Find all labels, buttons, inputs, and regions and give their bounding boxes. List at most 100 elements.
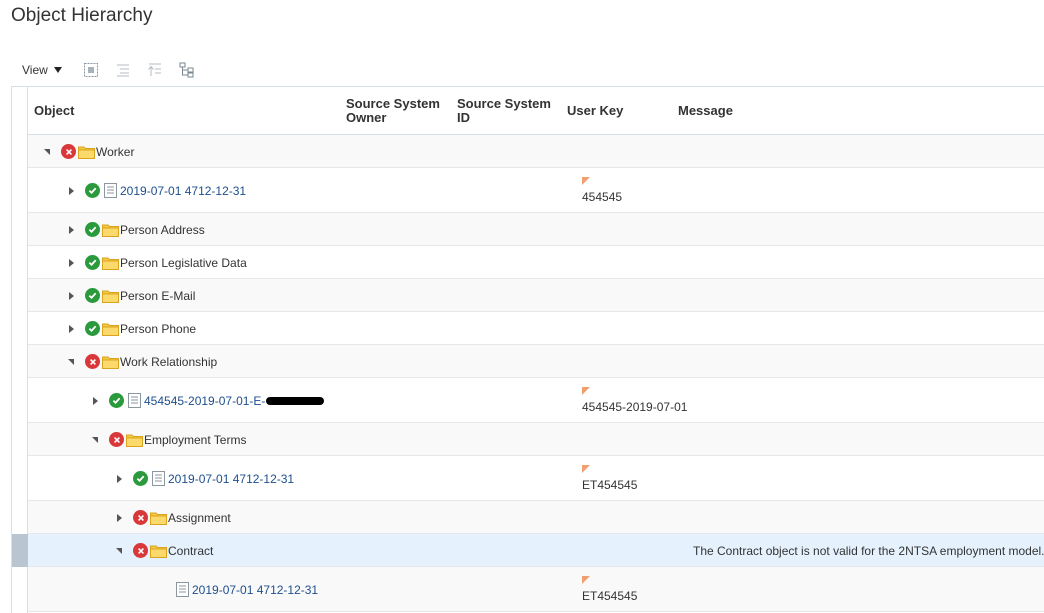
object-cell: Employment Terms [89, 431, 246, 449]
table-row[interactable]: Employment Terms [28, 423, 1044, 456]
object-label: Work Relationship [120, 354, 218, 369]
collapse-arrow-icon[interactable] [65, 356, 77, 368]
collapse-arrow-icon[interactable] [41, 146, 53, 158]
page-title: Object Hierarchy [11, 5, 153, 26]
object-link[interactable]: 454545-2019-07-01-E- [144, 394, 265, 408]
table-row[interactable]: Person Address [28, 213, 1044, 246]
toolbar: View [11, 58, 196, 82]
table-row[interactable]: Work Relationship [28, 345, 1044, 378]
success-status-icon [85, 222, 100, 237]
document-icon [174, 582, 191, 597]
collapse-arrow-icon[interactable] [89, 434, 101, 446]
expand-arrow-icon[interactable] [89, 395, 101, 407]
folder-icon [102, 222, 119, 237]
error-status-icon [85, 354, 100, 369]
column-header-message[interactable]: Message [678, 104, 733, 118]
user-key-value: 454545 [582, 190, 623, 204]
folder-icon [126, 432, 143, 447]
object-cell: 2019-07-01 4712-12-31 [113, 470, 294, 488]
user-key-value: ET454545 [582, 478, 638, 492]
object-cell: Contract [113, 542, 213, 560]
table-row[interactable]: 2019-07-01 4712-12-31 ET454545 [28, 456, 1044, 501]
selected-row-indicator [12, 534, 28, 567]
folder-icon [150, 510, 167, 525]
object-cell: 454545-2019-07-01-E- [89, 392, 325, 410]
document-icon [126, 393, 143, 408]
document-icon [150, 471, 167, 486]
object-cell: Worker [41, 143, 134, 161]
object-cell: 2019-07-01 4712-12-31 [65, 182, 246, 200]
object-cell: Person Legislative Data [65, 254, 247, 272]
object-link[interactable]: 2019-07-01 4712-12-31 [120, 184, 246, 198]
object-hierarchy-table: Object Source System Owner Source System… [11, 86, 1044, 613]
user-key-value: 454545-2019-07-01 [582, 400, 688, 414]
object-cell: Person E-Mail [65, 287, 195, 305]
column-header-object[interactable]: Object [34, 104, 74, 118]
folder-icon [102, 321, 119, 336]
table-row[interactable]: 2019-07-01 4712-12-31 454545 [28, 168, 1044, 213]
table-header: Object Source System Owner Source System… [28, 87, 1044, 135]
document-icon [102, 183, 119, 198]
expand-arrow-icon[interactable] [113, 512, 125, 524]
object-cell: Person Address [65, 221, 205, 239]
success-status-icon [133, 471, 148, 486]
table-row[interactable]: Person Phone [28, 312, 1044, 345]
view-menu-label: View [22, 63, 48, 77]
collapse-arrow-icon[interactable] [113, 545, 125, 557]
success-status-icon [85, 183, 100, 198]
object-label: Worker [96, 144, 135, 159]
object-label: Person Legislative Data [120, 255, 247, 270]
column-header-source-system-id[interactable]: Source System ID [457, 97, 557, 125]
collapse-all-icon[interactable] [146, 61, 164, 79]
object-label: Contract [168, 543, 214, 558]
folder-icon [102, 288, 119, 303]
column-header-user-key[interactable]: User Key [567, 104, 623, 118]
table-row[interactable]: Worker [28, 135, 1044, 168]
error-status-icon [61, 144, 76, 159]
expand-arrow-icon[interactable] [65, 224, 77, 236]
table-row[interactable]: 454545-2019-07-01-E- 454545-2019-07-01 [28, 378, 1044, 423]
object-label: Person Address [120, 222, 205, 237]
table-row[interactable]: 2019-07-01 4712-12-31 ET454545 [28, 567, 1044, 612]
error-status-icon [133, 510, 148, 525]
changed-flag-icon [582, 465, 590, 473]
folder-icon [78, 144, 95, 159]
object-cell: Work Relationship [65, 353, 217, 371]
expand-all-icon[interactable] [82, 61, 100, 79]
table-row[interactable]: Person E-Mail [28, 279, 1044, 312]
folder-icon [150, 543, 167, 558]
error-status-icon [133, 543, 148, 558]
changed-flag-icon [582, 576, 590, 584]
success-status-icon [109, 393, 124, 408]
table-row[interactable]: Contract The Contract object is not valid… [28, 534, 1044, 567]
folder-icon [102, 354, 119, 369]
success-status-icon [85, 288, 100, 303]
view-menu-button[interactable]: View [11, 58, 68, 82]
object-link[interactable]: 2019-07-01 4712-12-31 [168, 472, 294, 486]
expand-arrow-icon[interactable] [65, 257, 77, 269]
error-status-icon [109, 432, 124, 447]
object-label: Assignment [168, 510, 231, 525]
success-status-icon [85, 321, 100, 336]
chevron-down-icon [53, 67, 62, 73]
table-row[interactable]: Person Legislative Data [28, 246, 1044, 279]
table-row[interactable]: Assignment [28, 501, 1044, 534]
hierarchy-icon[interactable] [178, 61, 196, 79]
column-header-source-system-owner[interactable]: Source System Owner [346, 97, 446, 125]
object-link[interactable]: 2019-07-01 4712-12-31 [192, 583, 318, 597]
expand-arrow-icon[interactable] [65, 290, 77, 302]
expand-arrow-icon[interactable] [113, 473, 125, 485]
object-label: Person Phone [120, 321, 197, 336]
object-label: Person E-Mail [120, 288, 196, 303]
collapse-icon[interactable] [114, 61, 132, 79]
changed-flag-icon [582, 387, 590, 395]
redaction-mark [266, 396, 325, 405]
object-cell: 2019-07-01 4712-12-31 [137, 581, 318, 599]
expand-arrow-icon[interactable] [65, 185, 77, 197]
object-cell: Assignment [113, 509, 231, 527]
object-cell: Person Phone [65, 320, 196, 338]
user-key-value: ET454545 [582, 589, 638, 603]
expand-arrow-icon[interactable] [65, 323, 77, 335]
folder-icon [102, 255, 119, 270]
